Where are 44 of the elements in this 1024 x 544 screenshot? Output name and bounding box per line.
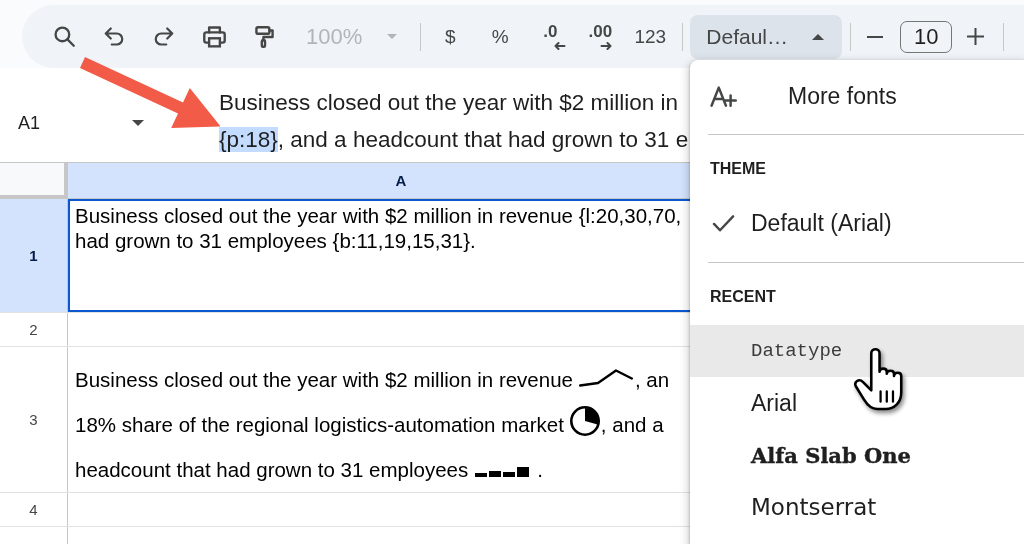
minus-icon[interactable] (867, 35, 884, 38)
menu-item[interactable]: Datatype (690, 325, 1024, 377)
row-header[interactable]: 1 (0, 199, 68, 312)
search-icon[interactable] (53, 26, 75, 47)
format-button[interactable]: $ (425, 16, 476, 57)
formula-field[interactable]: Business closed out the year with $2 million in {p:18}, and a headcount that had grown to 31 e (219, 68, 689, 158)
name-box[interactable]: A1 (0, 105, 150, 141)
caret-icon (812, 33, 825, 40)
table-cell: Business closed out the year with $2 million in revenue {l:20,30,70, had grown to 31 employees {b:11,19,15,31}. (68, 199, 692, 312)
cell-text: , an (634, 368, 670, 391)
decimal-button[interactable]: .00 (575, 16, 626, 57)
print-icon[interactable] (202, 25, 226, 48)
font-add-icon (710, 85, 737, 107)
arrow-right-icon (600, 42, 613, 50)
pie-chart-icon (569, 406, 600, 436)
menu-item[interactable]: Montserrat (690, 481, 1024, 533)
format-button[interactable]: % (475, 16, 526, 57)
cell-text: headcount that had grown to 31 employees (75, 458, 469, 481)
plus-icon[interactable] (966, 28, 984, 45)
caret-icon (387, 34, 398, 39)
cell-text: Business closed out the year with $2 million in revenue (75, 368, 573, 391)
section-header: RECENT (709, 287, 777, 307)
menu-item[interactable]: Arial (690, 377, 1024, 429)
menu-item[interactable]: Default (Arial) (690, 197, 1024, 249)
caret-icon (132, 120, 144, 126)
selected-text: {p:18} (219, 127, 278, 152)
column-header[interactable]: A (68, 163, 692, 199)
section-header: THEME (709, 159, 767, 179)
hand-cursor-icon (853, 348, 903, 411)
font-size-field[interactable]: 10 (900, 20, 953, 53)
format-button[interactable]: 123 (625, 16, 676, 57)
paint-roller-icon[interactable] (254, 25, 274, 48)
arrow-left-icon (554, 42, 567, 50)
menu-item[interactable]: Alfa Slab One (690, 429, 1024, 481)
cell-text: . (537, 458, 543, 481)
font-dropdown[interactable]: Defaul… (690, 14, 843, 59)
menu-item[interactable]: More fonts (690, 68, 1024, 124)
cell-text: 18% share of the regional logistics-automation market (75, 413, 564, 436)
bar-sparkline-icon (475, 467, 530, 477)
decimal-button[interactable]: .0 (525, 16, 576, 57)
cell-text: , and a (600, 413, 664, 436)
line-sparkline-icon (578, 369, 633, 387)
undo-icon[interactable] (104, 27, 124, 46)
redo-icon[interactable] (154, 27, 174, 46)
